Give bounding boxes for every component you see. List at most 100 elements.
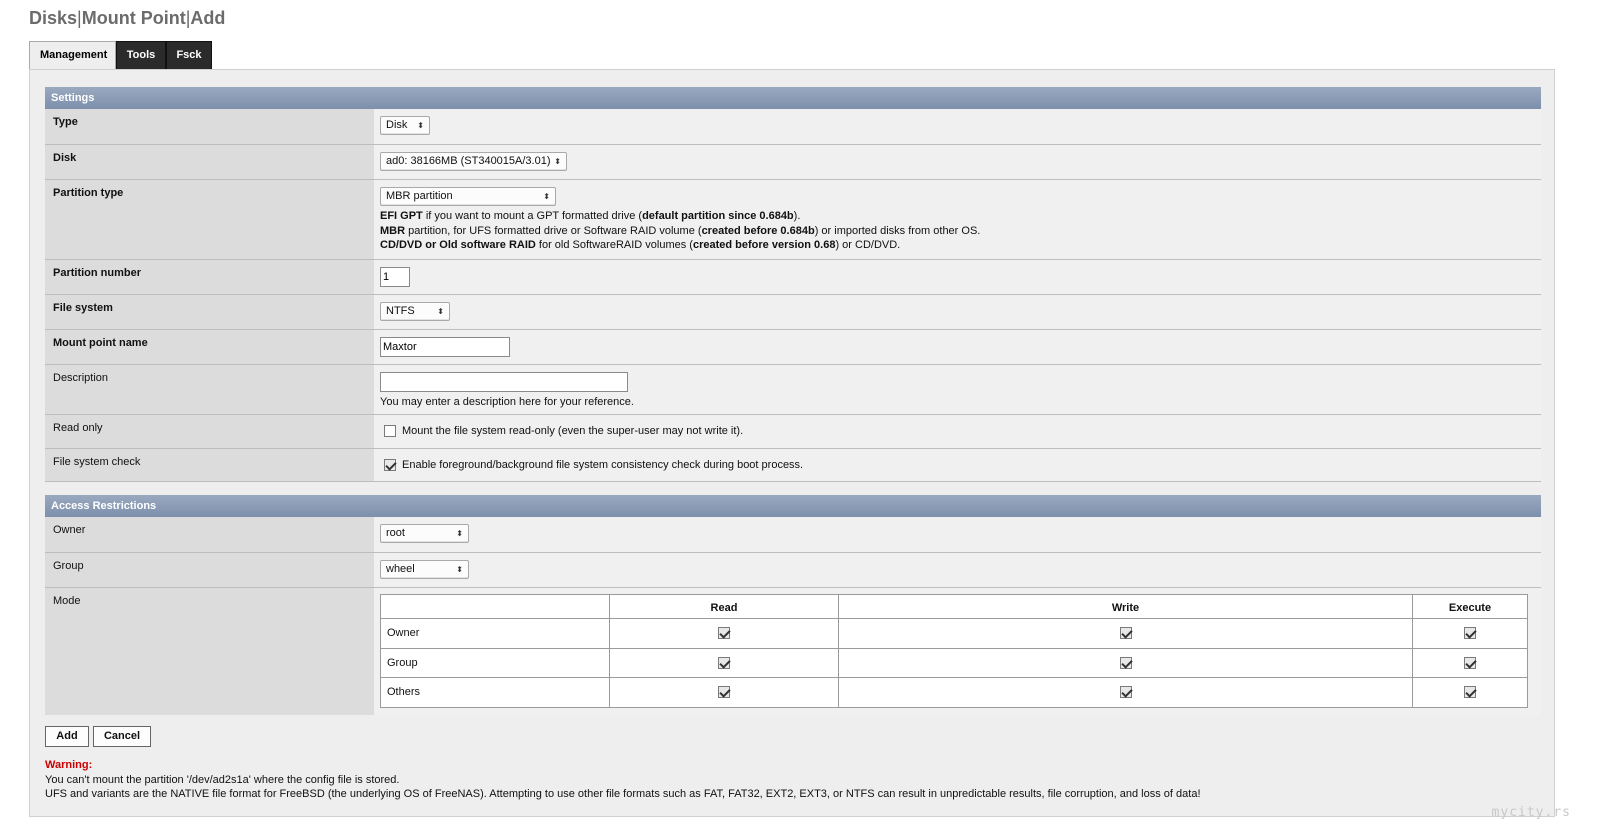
select-arrows-icon: ⬍ <box>554 157 561 166</box>
tab-management[interactable]: Management <box>29 41 116 70</box>
mode-col-execute: Execute <box>1412 594 1528 619</box>
owner-row: Owner root ⬍ <box>45 517 1541 553</box>
read-only-text: Mount the file system read-only (even th… <box>402 425 744 437</box>
help-text: if you want to mount a GPT formatted dri… <box>422 210 643 222</box>
fs-check-label: File system check <box>45 449 374 481</box>
select-arrows-icon: ⬍ <box>417 121 424 130</box>
description-help: You may enter a description here for you… <box>380 396 634 408</box>
owner-execute-checkbox[interactable] <box>1464 627 1476 640</box>
help-bold: created before 0.684b <box>701 224 815 237</box>
partition-type-select[interactable]: MBR partition ⬍ <box>380 187 556 206</box>
watermark: mycity.rs <box>1491 805 1571 820</box>
warning-line-2: UFS and variants are the NATIVE file for… <box>45 788 1201 800</box>
group-row: Group wheel ⬍ <box>45 553 1541 588</box>
help-text: for old SoftwareRAID volumes ( <box>535 239 693 251</box>
tab-fsck[interactable]: Fsck <box>166 41 212 70</box>
type-select-value: Disk <box>386 119 408 131</box>
partition-type-row: Partition type MBR partition ⬍ EFI GPT i… <box>45 180 1541 260</box>
file-system-label: File system <box>45 295 374 329</box>
partition-type-select-value: MBR partition <box>386 190 453 202</box>
disk-label: Disk <box>45 145 374 179</box>
select-arrows-icon: ⬍ <box>437 307 444 316</box>
help-efi-gpt: EFI GPT <box>380 210 423 222</box>
help-cddvd: CD/DVD or Old software RAID <box>380 239 536 251</box>
partition-type-label: Partition type <box>45 180 374 259</box>
help-text: partition, for UFS formatted drive or So… <box>405 224 702 237</box>
type-label: Type <box>45 109 374 144</box>
owner-write-checkbox[interactable] <box>1119 627 1132 640</box>
others-write-checkbox[interactable] <box>1119 686 1132 699</box>
group-execute-checkbox[interactable] <box>1464 656 1476 669</box>
help-bold: created before version 0.68 <box>692 239 836 251</box>
mode-row-others: Others <box>380 677 610 708</box>
partition-type-help: EFI GPT if you want to mount a GPT forma… <box>380 209 1541 253</box>
mode-row-group: Group <box>380 647 610 678</box>
title-add: Add <box>190 8 226 28</box>
fs-check-text: Enable foreground/background file system… <box>402 459 804 471</box>
warning-title: Warning: <box>45 759 93 771</box>
select-arrows-icon: ⬍ <box>543 192 550 201</box>
help-text: ) or imported disks from other OS. <box>814 224 981 237</box>
group-label: Group <box>45 553 374 587</box>
disk-select[interactable]: ad0: 38166MB (ST340015A/3.01) ⬍ <box>380 152 567 171</box>
tab-bar: Management Tools Fsck <box>29 41 212 70</box>
tab-tools[interactable]: Tools <box>116 41 166 70</box>
type-row: Type Disk ⬍ <box>45 109 1541 145</box>
group-select-value: wheel <box>386 563 415 575</box>
title-disks: Disks <box>29 8 78 28</box>
partition-number-row: Partition number <box>45 260 1541 295</box>
owner-label: Owner <box>45 517 374 552</box>
description-input[interactable] <box>380 372 628 392</box>
fs-check-checkbox[interactable] <box>384 459 396 471</box>
partition-number-input[interactable] <box>380 267 410 287</box>
content-panel: Settings Type Disk ⬍ Disk ad0: 38166MB (… <box>29 69 1555 817</box>
settings-header: Settings <box>45 87 1541 109</box>
mode-table: Read Write Execute Owner Group Others <box>380 594 1528 708</box>
partition-number-label: Partition number <box>45 260 374 294</box>
file-system-select-value: NTFS <box>386 305 415 317</box>
mode-label: Mode <box>45 588 374 715</box>
read-only-row: Read only Mount the file system read-onl… <box>45 415 1541 449</box>
group-read-checkbox[interactable] <box>718 656 730 669</box>
owner-read-checkbox[interactable] <box>718 627 730 640</box>
file-system-select[interactable]: NTFS ⬍ <box>380 302 450 321</box>
others-execute-checkbox[interactable] <box>1464 686 1476 699</box>
disk-row: Disk ad0: 38166MB (ST340015A/3.01) ⬍ <box>45 145 1541 180</box>
owner-select-value: root <box>386 527 405 539</box>
help-bold: default partition since 0.684b <box>642 210 794 222</box>
table-row: Others <box>380 677 1528 708</box>
title-mount-point: Mount Point <box>81 8 186 28</box>
cancel-button[interactable]: Cancel <box>93 726 151 747</box>
table-row: Owner <box>380 618 1528 649</box>
owner-select[interactable]: root ⬍ <box>380 524 469 543</box>
mount-point-name-label: Mount point name <box>45 330 374 364</box>
help-text: ). <box>793 210 801 222</box>
description-row: Description You may enter a description … <box>45 365 1541 415</box>
mode-col-empty <box>380 594 610 619</box>
mode-row: Mode Read Write Execute Owner Group Othe… <box>45 588 1541 715</box>
read-only-checkbox[interactable] <box>384 425 396 437</box>
warning-line-1: You can't mount the partition '/dev/ad2s… <box>45 773 400 786</box>
mount-point-name-input[interactable] <box>380 337 510 357</box>
table-row: Group <box>380 647 1528 678</box>
warning-box: Warning: You can't mount the partition '… <box>45 758 1201 802</box>
access-restrictions-header: Access Restrictions <box>45 495 1541 517</box>
help-text: ) or CD/DVD. <box>835 239 901 251</box>
mount-point-name-row: Mount point name <box>45 330 1541 365</box>
file-system-row: File system NTFS ⬍ <box>45 295 1541 330</box>
group-select[interactable]: wheel ⬍ <box>380 560 469 579</box>
help-mbr: MBR <box>380 224 406 237</box>
description-label: Description <box>45 365 374 414</box>
others-read-checkbox[interactable] <box>718 686 730 699</box>
type-select[interactable]: Disk ⬍ <box>380 116 430 135</box>
disk-select-value: ad0: 38166MB (ST340015A/3.01) <box>386 155 551 167</box>
mode-row-owner: Owner <box>380 618 610 649</box>
select-arrows-icon: ⬍ <box>456 529 463 538</box>
mode-col-write: Write <box>838 594 1413 619</box>
mode-col-read: Read <box>609 594 839 619</box>
read-only-label: Read only <box>45 415 374 448</box>
group-write-checkbox[interactable] <box>1119 656 1132 669</box>
add-button[interactable]: Add <box>45 726 89 747</box>
select-arrows-icon: ⬍ <box>456 565 463 574</box>
page-title: Disks|Mount Point|Add <box>29 8 225 29</box>
